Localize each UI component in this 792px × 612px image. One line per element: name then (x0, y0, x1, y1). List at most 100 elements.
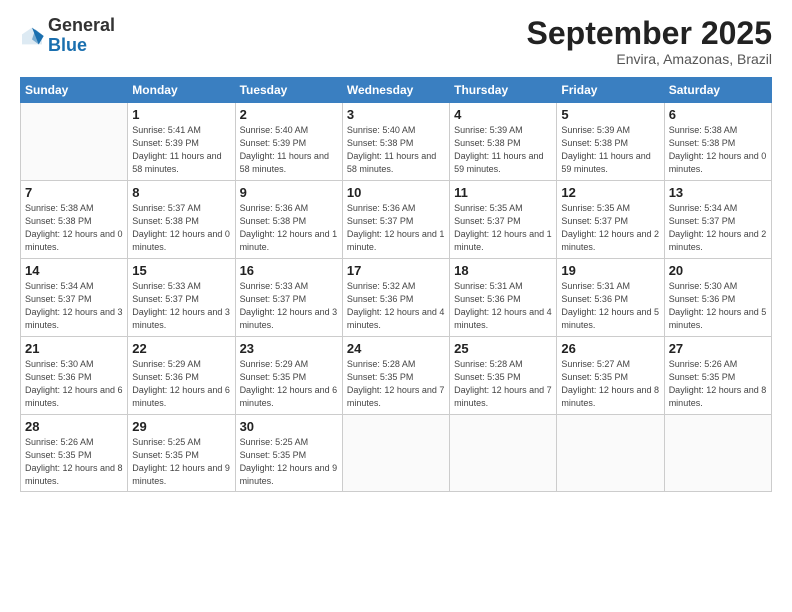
table-row: 1 Sunrise: 5:41 AMSunset: 5:39 PMDayligh… (128, 103, 235, 181)
table-row: 3 Sunrise: 5:40 AMSunset: 5:38 PMDayligh… (342, 103, 449, 181)
col-wednesday: Wednesday (342, 78, 449, 103)
day-info: Sunrise: 5:30 AMSunset: 5:36 PMDaylight:… (25, 358, 123, 410)
day-number: 4 (454, 107, 552, 122)
day-info: Sunrise: 5:25 AMSunset: 5:35 PMDaylight:… (240, 436, 338, 488)
day-info: Sunrise: 5:28 AMSunset: 5:35 PMDaylight:… (454, 358, 552, 410)
day-info: Sunrise: 5:39 AMSunset: 5:38 PMDaylight:… (561, 124, 659, 176)
day-info: Sunrise: 5:27 AMSunset: 5:35 PMDaylight:… (561, 358, 659, 410)
table-row: 16 Sunrise: 5:33 AMSunset: 5:37 PMDaylig… (235, 259, 342, 337)
table-row: 17 Sunrise: 5:32 AMSunset: 5:36 PMDaylig… (342, 259, 449, 337)
day-number: 25 (454, 341, 552, 356)
page: General Blue September 2025 Envira, Amaz… (0, 0, 792, 612)
day-number: 18 (454, 263, 552, 278)
table-row: 13 Sunrise: 5:34 AMSunset: 5:37 PMDaylig… (664, 181, 771, 259)
day-info: Sunrise: 5:33 AMSunset: 5:37 PMDaylight:… (240, 280, 338, 332)
table-row (664, 415, 771, 492)
table-row: 12 Sunrise: 5:35 AMSunset: 5:37 PMDaylig… (557, 181, 664, 259)
table-row: 4 Sunrise: 5:39 AMSunset: 5:38 PMDayligh… (450, 103, 557, 181)
location-subtitle: Envira, Amazonas, Brazil (527, 51, 772, 67)
header: General Blue September 2025 Envira, Amaz… (20, 16, 772, 67)
day-number: 24 (347, 341, 445, 356)
day-info: Sunrise: 5:35 AMSunset: 5:37 PMDaylight:… (561, 202, 659, 254)
day-info: Sunrise: 5:34 AMSunset: 5:37 PMDaylight:… (25, 280, 123, 332)
day-info: Sunrise: 5:36 AMSunset: 5:38 PMDaylight:… (240, 202, 338, 254)
day-info: Sunrise: 5:25 AMSunset: 5:35 PMDaylight:… (132, 436, 230, 488)
day-number: 29 (132, 419, 230, 434)
day-info: Sunrise: 5:31 AMSunset: 5:36 PMDaylight:… (454, 280, 552, 332)
day-number: 23 (240, 341, 338, 356)
table-row: 23 Sunrise: 5:29 AMSunset: 5:35 PMDaylig… (235, 337, 342, 415)
table-row: 5 Sunrise: 5:39 AMSunset: 5:38 PMDayligh… (557, 103, 664, 181)
logo-icon (20, 26, 44, 46)
calendar-header-row: Sunday Monday Tuesday Wednesday Thursday… (21, 78, 772, 103)
day-info: Sunrise: 5:37 AMSunset: 5:38 PMDaylight:… (132, 202, 230, 254)
day-number: 16 (240, 263, 338, 278)
table-row: 30 Sunrise: 5:25 AMSunset: 5:35 PMDaylig… (235, 415, 342, 492)
table-row: 24 Sunrise: 5:28 AMSunset: 5:35 PMDaylig… (342, 337, 449, 415)
day-info: Sunrise: 5:41 AMSunset: 5:39 PMDaylight:… (132, 124, 230, 176)
table-row: 26 Sunrise: 5:27 AMSunset: 5:35 PMDaylig… (557, 337, 664, 415)
table-row: 2 Sunrise: 5:40 AMSunset: 5:39 PMDayligh… (235, 103, 342, 181)
day-number: 2 (240, 107, 338, 122)
table-row: 9 Sunrise: 5:36 AMSunset: 5:38 PMDayligh… (235, 181, 342, 259)
day-info: Sunrise: 5:30 AMSunset: 5:36 PMDaylight:… (669, 280, 767, 332)
day-number: 14 (25, 263, 123, 278)
table-row: 18 Sunrise: 5:31 AMSunset: 5:36 PMDaylig… (450, 259, 557, 337)
day-info: Sunrise: 5:36 AMSunset: 5:37 PMDaylight:… (347, 202, 445, 254)
table-row: 14 Sunrise: 5:34 AMSunset: 5:37 PMDaylig… (21, 259, 128, 337)
calendar-week-row: 7 Sunrise: 5:38 AMSunset: 5:38 PMDayligh… (21, 181, 772, 259)
day-number: 6 (669, 107, 767, 122)
day-info: Sunrise: 5:26 AMSunset: 5:35 PMDaylight:… (669, 358, 767, 410)
col-saturday: Saturday (664, 78, 771, 103)
day-info: Sunrise: 5:28 AMSunset: 5:35 PMDaylight:… (347, 358, 445, 410)
day-info: Sunrise: 5:38 AMSunset: 5:38 PMDaylight:… (669, 124, 767, 176)
table-row: 22 Sunrise: 5:29 AMSunset: 5:36 PMDaylig… (128, 337, 235, 415)
calendar-week-row: 14 Sunrise: 5:34 AMSunset: 5:37 PMDaylig… (21, 259, 772, 337)
table-row: 27 Sunrise: 5:26 AMSunset: 5:35 PMDaylig… (664, 337, 771, 415)
table-row: 8 Sunrise: 5:37 AMSunset: 5:38 PMDayligh… (128, 181, 235, 259)
day-info: Sunrise: 5:40 AMSunset: 5:38 PMDaylight:… (347, 124, 445, 176)
table-row: 6 Sunrise: 5:38 AMSunset: 5:38 PMDayligh… (664, 103, 771, 181)
day-number: 17 (347, 263, 445, 278)
table-row: 20 Sunrise: 5:30 AMSunset: 5:36 PMDaylig… (664, 259, 771, 337)
col-friday: Friday (557, 78, 664, 103)
table-row (450, 415, 557, 492)
day-number: 20 (669, 263, 767, 278)
title-block: September 2025 Envira, Amazonas, Brazil (527, 16, 772, 67)
table-row: 29 Sunrise: 5:25 AMSunset: 5:35 PMDaylig… (128, 415, 235, 492)
calendar-week-row: 28 Sunrise: 5:26 AMSunset: 5:35 PMDaylig… (21, 415, 772, 492)
table-row (21, 103, 128, 181)
day-number: 9 (240, 185, 338, 200)
day-number: 13 (669, 185, 767, 200)
day-number: 21 (25, 341, 123, 356)
day-info: Sunrise: 5:29 AMSunset: 5:35 PMDaylight:… (240, 358, 338, 410)
month-title: September 2025 (527, 16, 772, 51)
day-number: 28 (25, 419, 123, 434)
table-row: 19 Sunrise: 5:31 AMSunset: 5:36 PMDaylig… (557, 259, 664, 337)
day-info: Sunrise: 5:26 AMSunset: 5:35 PMDaylight:… (25, 436, 123, 488)
day-info: Sunrise: 5:38 AMSunset: 5:38 PMDaylight:… (25, 202, 123, 254)
calendar-week-row: 21 Sunrise: 5:30 AMSunset: 5:36 PMDaylig… (21, 337, 772, 415)
logo-text: General Blue (48, 16, 115, 56)
day-info: Sunrise: 5:40 AMSunset: 5:39 PMDaylight:… (240, 124, 338, 176)
calendar-table: Sunday Monday Tuesday Wednesday Thursday… (20, 77, 772, 492)
day-info: Sunrise: 5:34 AMSunset: 5:37 PMDaylight:… (669, 202, 767, 254)
day-number: 11 (454, 185, 552, 200)
day-number: 8 (132, 185, 230, 200)
logo: General Blue (20, 16, 115, 56)
table-row: 21 Sunrise: 5:30 AMSunset: 5:36 PMDaylig… (21, 337, 128, 415)
table-row: 25 Sunrise: 5:28 AMSunset: 5:35 PMDaylig… (450, 337, 557, 415)
day-info: Sunrise: 5:35 AMSunset: 5:37 PMDaylight:… (454, 202, 552, 254)
day-number: 3 (347, 107, 445, 122)
col-sunday: Sunday (21, 78, 128, 103)
day-number: 7 (25, 185, 123, 200)
table-row: 11 Sunrise: 5:35 AMSunset: 5:37 PMDaylig… (450, 181, 557, 259)
col-monday: Monday (128, 78, 235, 103)
table-row (342, 415, 449, 492)
day-info: Sunrise: 5:29 AMSunset: 5:36 PMDaylight:… (132, 358, 230, 410)
day-info: Sunrise: 5:33 AMSunset: 5:37 PMDaylight:… (132, 280, 230, 332)
table-row: 10 Sunrise: 5:36 AMSunset: 5:37 PMDaylig… (342, 181, 449, 259)
day-number: 26 (561, 341, 659, 356)
day-number: 15 (132, 263, 230, 278)
table-row: 15 Sunrise: 5:33 AMSunset: 5:37 PMDaylig… (128, 259, 235, 337)
